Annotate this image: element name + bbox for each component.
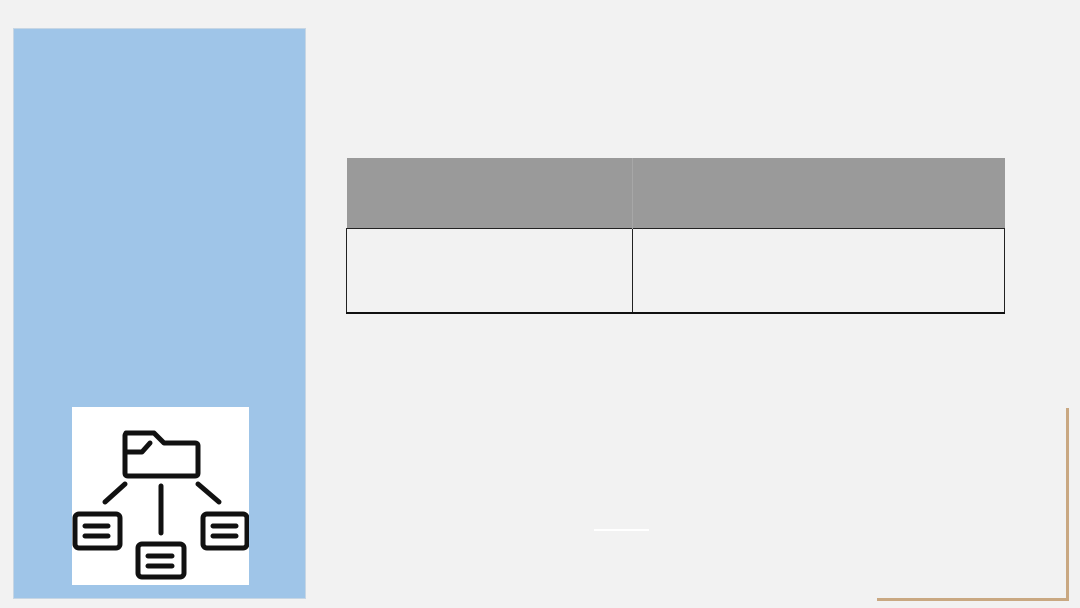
table-row: [346, 228, 1005, 314]
table-header-cell-2: [632, 158, 1005, 229]
slide: [0, 0, 1080, 608]
folder-hierarchy-icon: [72, 407, 249, 585]
table-header-cell-1: [346, 158, 633, 229]
table-cell-1: [346, 228, 633, 314]
table-cell-2: [632, 228, 1005, 314]
decorative-corner-frame: [877, 408, 1069, 601]
content-table: [346, 158, 1005, 314]
decorative-short-line: [594, 529, 649, 531]
table-header-row: [346, 158, 1005, 229]
